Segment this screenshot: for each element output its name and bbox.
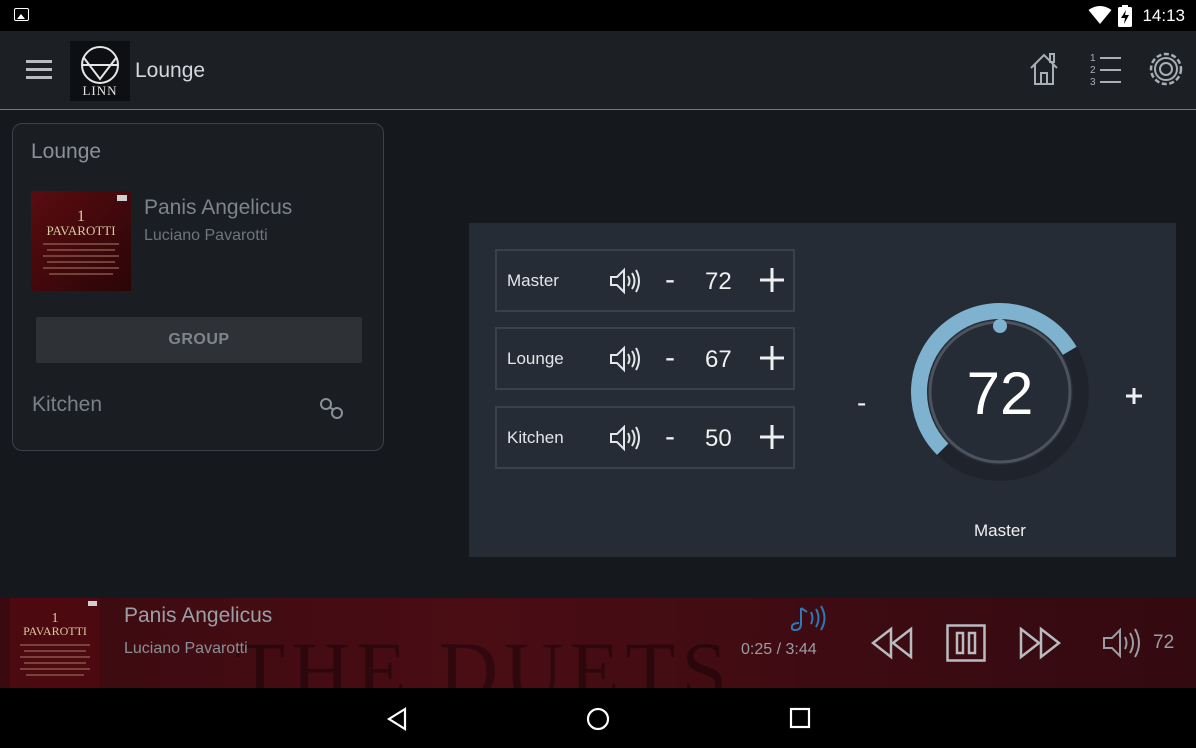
svg-text:3: 3 <box>1090 77 1096 87</box>
volume-dial[interactable]: 72 <box>905 297 1095 487</box>
now-playing-artist: Luciano Pavarotti <box>124 640 248 657</box>
image-icon <box>14 8 29 21</box>
room-title: Lounge <box>31 140 102 163</box>
linn-logo-mark <box>81 46 119 84</box>
room-card[interactable]: Lounge 1 PAVAROTTI Panis Angelicus Lucia… <box>12 123 384 451</box>
volume-row-label: Master <box>507 271 559 290</box>
menu-icon[interactable] <box>26 60 52 80</box>
svg-text:PAVAROTTI: PAVAROTTI <box>23 624 87 638</box>
volume-up-button[interactable] <box>759 267 785 293</box>
volume-up-button[interactable] <box>759 345 785 371</box>
volume-dial-handle[interactable] <box>993 319 1007 333</box>
volume-value: 67 <box>705 346 732 373</box>
speaker-icon[interactable] <box>609 267 641 295</box>
volume-row-lounge: Lounge - 67 <box>495 327 795 390</box>
volume-row-label: Lounge <box>507 349 564 368</box>
volume-down-button[interactable]: - <box>665 420 675 454</box>
music-note-icon <box>791 605 826 632</box>
volume-down-button[interactable]: - <box>665 341 675 375</box>
playlist-icon[interactable]: 1 2 3 <box>1089 51 1123 87</box>
volume-row-label: Kitchen <box>507 428 564 447</box>
page-title: Lounge <box>135 59 206 82</box>
room-item-kitchen[interactable]: Kitchen <box>32 393 102 417</box>
svg-text:1: 1 <box>1090 53 1096 64</box>
svg-text:2: 2 <box>1090 65 1096 76</box>
volume-up-button[interactable] <box>759 424 785 450</box>
status-bar: 14:13 <box>0 0 1196 31</box>
logo-text: LINN <box>82 83 118 98</box>
navigation-bar <box>0 688 1196 748</box>
app-bar: LINN Lounge 1 2 3 <box>0 31 1196 110</box>
svg-text:PAVAROTTI: PAVAROTTI <box>46 223 115 238</box>
battery-charging-icon <box>1118 5 1132 27</box>
speaker-icon[interactable] <box>609 345 641 373</box>
volume-dial-value: 72 <box>967 360 1034 427</box>
volume-panel: Master - 72 Lounge - 67 Kitchen - 50 - 7… <box>469 223 1176 557</box>
home-nav-icon[interactable] <box>586 707 610 731</box>
home-icon[interactable] <box>1028 51 1060 87</box>
volume-value: 72 <box>705 268 732 295</box>
room-track-artist: Luciano Pavarotti <box>144 227 268 244</box>
recents-icon[interactable] <box>789 707 811 729</box>
dial-volume-down-button[interactable]: - <box>857 387 866 419</box>
volume-down-button[interactable]: - <box>665 263 675 297</box>
linn-logo: LINN <box>70 41 130 101</box>
now-playing-bar[interactable]: THE DUETS 1 PAVAROTTI Panis Angelicus Lu… <box>0 598 1196 688</box>
now-playing-title: Panis Angelicus <box>124 604 273 627</box>
next-track-button[interactable] <box>1019 625 1061 661</box>
status-time: 14:13 <box>1142 6 1185 25</box>
link-icon[interactable] <box>318 396 346 424</box>
album-art[interactable]: 1 PAVAROTTI <box>31 191 131 291</box>
volume-row-master: Master - 72 <box>495 249 795 312</box>
playback-time: 0:25 / 3:44 <box>741 641 817 658</box>
wifi-icon <box>1088 6 1112 24</box>
group-button[interactable]: GROUP <box>36 317 362 363</box>
now-playing-volume[interactable]: 72 <box>1153 632 1174 654</box>
volume-dial-label: Master <box>974 521 1026 540</box>
back-icon[interactable] <box>386 707 408 731</box>
volume-row-kitchen: Kitchen - 50 <box>495 406 795 469</box>
previous-track-button[interactable] <box>871 625 913 661</box>
pause-button[interactable] <box>946 624 986 662</box>
settings-icon[interactable] <box>1148 51 1184 87</box>
now-playing-album-art[interactable]: 1 PAVAROTTI <box>10 598 100 688</box>
dial-volume-up-button[interactable] <box>1125 387 1143 405</box>
volume-value: 50 <box>705 425 732 452</box>
room-track-title: Panis Angelicus <box>144 196 293 219</box>
speaker-icon[interactable] <box>1102 627 1142 659</box>
now-playing-background-text: THE DUETS <box>235 625 734 688</box>
speaker-icon[interactable] <box>609 424 641 452</box>
